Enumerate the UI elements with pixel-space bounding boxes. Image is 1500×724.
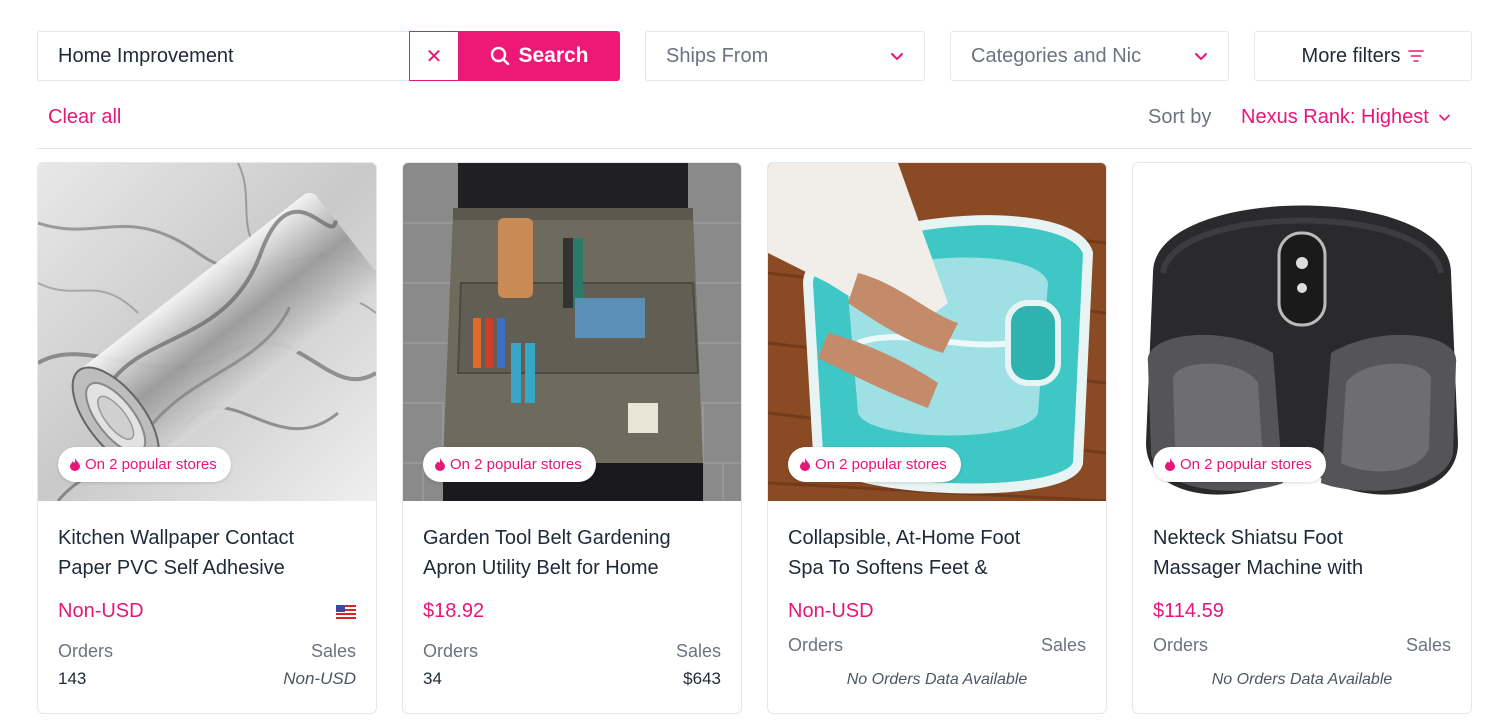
sort-by-label: Sort by	[1148, 106, 1212, 128]
popular-stores-badge: On 2 popular stores	[788, 447, 961, 482]
product-price: Non-USD	[58, 600, 144, 622]
badge-label: On 2 popular stores	[815, 456, 947, 473]
no-orders-data: No Orders Data Available	[846, 671, 1028, 688]
product-title[interactable]: Collapsible, At-Home Foot Spa To Softens…	[788, 523, 1088, 583]
ships-from-label: Ships From	[666, 44, 769, 67]
product-title[interactable]: Garden Tool Belt Gardening Apron Utility…	[423, 523, 723, 583]
divider	[37, 148, 1472, 149]
flame-icon	[70, 458, 80, 471]
product-title[interactable]: Kitchen Wallpaper Contact Paper PVC Self…	[58, 523, 358, 583]
chevron-down-icon	[1195, 53, 1207, 60]
search-button-label: Search	[518, 44, 589, 67]
search-input[interactable]	[37, 31, 409, 81]
product-card[interactable]: On 2 popular stores Kitchen Wallpaper Co…	[37, 162, 377, 714]
sort-value-label: Nexus Rank: Highest	[1241, 106, 1429, 128]
title-line: Collapsible, At-Home Foot	[788, 527, 1021, 549]
flame-icon	[800, 458, 810, 471]
sales-value: Non-USD	[283, 669, 356, 688]
product-card[interactable]: On 2 popular stores Nekteck Shiatsu Foot…	[1132, 162, 1472, 714]
popular-stores-badge: On 2 popular stores	[58, 447, 231, 482]
clear-all-link[interactable]: Clear all	[48, 106, 121, 129]
no-orders-data: No Orders Data Available	[1211, 671, 1393, 688]
more-filters-label: More filters	[1301, 44, 1401, 67]
ships-from-dropdown[interactable]: Ships From	[645, 31, 925, 81]
title-line: Kitchen Wallpaper Contact	[58, 527, 295, 549]
categories-dropdown[interactable]: Categories and Nic	[950, 31, 1229, 81]
badge-label: On 2 popular stores	[85, 456, 217, 473]
sort-dropdown[interactable]: Nexus Rank: Highest	[1241, 106, 1450, 129]
title-line: Apron Utility Belt for Home	[423, 557, 659, 579]
orders-label: Orders	[788, 635, 844, 655]
popular-stores-badge: On 2 popular stores	[423, 447, 596, 482]
search-bar: ✕ Search	[37, 31, 620, 81]
close-icon: ✕	[425, 45, 443, 68]
sales-value: $643	[683, 669, 721, 688]
title-line: Nekteck Shiatsu Foot	[1153, 527, 1344, 549]
title-line: Massager Machine with	[1153, 557, 1364, 579]
product-price: $114.59	[1153, 600, 1224, 622]
product-card[interactable]: On 2 popular stores Garden Tool Belt Gar…	[402, 162, 742, 714]
more-filters-button[interactable]: More filters	[1254, 31, 1472, 81]
filter-icon	[1408, 50, 1425, 62]
orders-label: Orders	[1153, 635, 1209, 655]
title-line: Paper PVC Self Adhesive	[58, 557, 285, 579]
orders-label: Orders	[58, 641, 114, 661]
orders-label: Orders	[423, 641, 479, 661]
product-price: Non-USD	[788, 600, 874, 622]
sales-label: Sales	[1040, 635, 1086, 655]
chevron-down-icon	[1439, 114, 1450, 121]
clear-search-button[interactable]: ✕	[409, 31, 459, 81]
search-icon	[491, 46, 510, 66]
product-price: $18.92	[423, 600, 485, 622]
orders-value: 34	[423, 669, 442, 688]
title-line: Spa To Softens Feet &	[788, 557, 988, 579]
sales-label: Sales	[675, 641, 721, 661]
search-button[interactable]: Search	[459, 31, 620, 81]
chevron-down-icon	[891, 53, 903, 60]
us-flag-icon	[336, 605, 356, 619]
sales-label: Sales	[310, 641, 356, 661]
badge-label: On 2 popular stores	[1180, 456, 1312, 473]
title-line: Garden Tool Belt Gardening	[423, 527, 671, 549]
categories-label: Categories and Nic	[971, 44, 1142, 67]
flame-icon	[1165, 458, 1175, 471]
sales-label: Sales	[1405, 635, 1451, 655]
flame-icon	[435, 458, 445, 471]
orders-value: 143	[58, 669, 87, 688]
product-card[interactable]: On 2 popular stores Collapsible, At-Home…	[767, 162, 1107, 714]
popular-stores-badge: On 2 popular stores	[1153, 447, 1326, 482]
badge-label: On 2 popular stores	[450, 456, 582, 473]
product-title[interactable]: Nekteck Shiatsu Foot Massager Machine wi…	[1153, 523, 1453, 583]
